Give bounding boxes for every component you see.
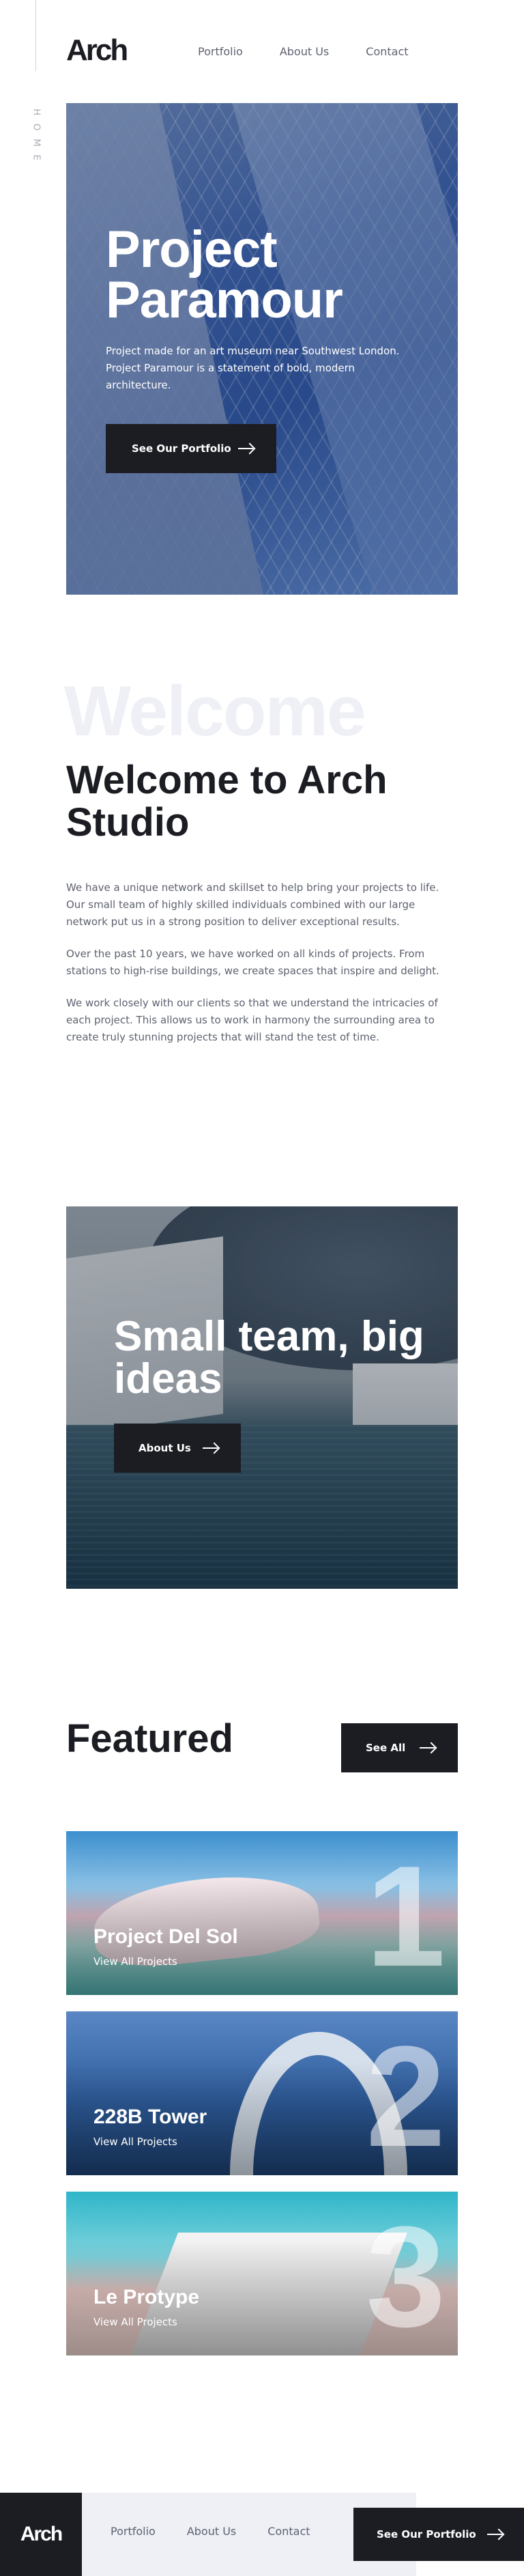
hero-content: Project Paramour Project made for an art…: [106, 221, 426, 394]
hero-banner: Project Paramour Project made for an art…: [66, 103, 458, 595]
project-card-228b-tower[interactable]: 2 228B Tower View All Projects: [66, 2011, 458, 2175]
see-portfolio-button[interactable]: See Our Portfolio: [106, 424, 276, 473]
top-divider-line: [35, 0, 36, 71]
footer-nav-contact[interactable]: Contact: [267, 2525, 310, 2538]
arrow-right-icon: [203, 1443, 219, 1453]
nav-about-us[interactable]: About Us: [280, 45, 329, 58]
logo[interactable]: Arch: [66, 36, 128, 66]
footer-logo[interactable]: Arch: [0, 2493, 82, 2576]
arrow-right-icon: [487, 2530, 504, 2539]
small-team-banner: Small team, big ideas About Us: [66, 1206, 458, 1589]
project-name: Le Protype: [93, 2286, 200, 2308]
footer-nav-portfolio[interactable]: Portfolio: [111, 2525, 156, 2538]
welcome-paragraph: We work closely with our clients so that…: [66, 997, 438, 1043]
nav-portfolio[interactable]: Portfolio: [198, 45, 243, 58]
hero-description: Project made for an art museum near Sout…: [106, 344, 400, 391]
arrow-right-icon: [420, 1743, 436, 1753]
project-number: 3: [366, 2196, 446, 2355]
about-us-label: About Us: [139, 1442, 191, 1454]
team-title: Small team, big ideas: [114, 1313, 424, 1402]
welcome-title: Welcome to Arch Studio: [66, 758, 388, 845]
see-all-button[interactable]: See All: [341, 1723, 458, 1772]
footer-nav-about-us[interactable]: About Us: [187, 2525, 236, 2538]
footer-see-portfolio-label: See Our Portfolio: [377, 2528, 476, 2540]
view-all-projects-link[interactable]: View All Projects: [93, 2316, 177, 2328]
featured-title: Featured: [66, 1716, 233, 1761]
welcome-text: We have a unique network and skillset to…: [66, 879, 448, 1061]
project-card-le-protype[interactable]: 3 Le Protype View All Projects: [66, 2192, 458, 2355]
welcome-paragraph: We have a unique network and skillset to…: [66, 881, 439, 928]
nav-contact[interactable]: Contact: [366, 45, 408, 58]
about-us-button[interactable]: About Us: [114, 1424, 241, 1473]
main-nav: Portfolio About Us Contact: [198, 45, 409, 58]
side-page-label: HOME: [31, 109, 42, 169]
project-card-del-sol[interactable]: 1 Project Del Sol View All Projects: [66, 1831, 458, 1995]
welcome-ghost-heading: Welcome: [64, 672, 366, 751]
see-all-label: See All: [366, 1742, 406, 1754]
project-name: 228B Tower: [93, 2106, 207, 2128]
hero-title: Project Paramour: [106, 221, 343, 330]
view-all-projects-link[interactable]: View All Projects: [93, 2136, 177, 2148]
project-name: Project Del Sol: [93, 1925, 238, 1948]
footer-nav: Portfolio About Us Contact: [111, 2525, 310, 2538]
view-all-projects-link[interactable]: View All Projects: [93, 1955, 177, 1968]
project-number: 1: [366, 1836, 446, 1995]
see-portfolio-label: See Our Portfolio: [132, 442, 231, 455]
project-number: 2: [366, 2016, 446, 2175]
welcome-paragraph: Over the past 10 years, we have worked o…: [66, 948, 439, 977]
arrow-right-icon: [238, 444, 254, 453]
footer-see-portfolio-button[interactable]: See Our Portfolio: [353, 2508, 524, 2561]
